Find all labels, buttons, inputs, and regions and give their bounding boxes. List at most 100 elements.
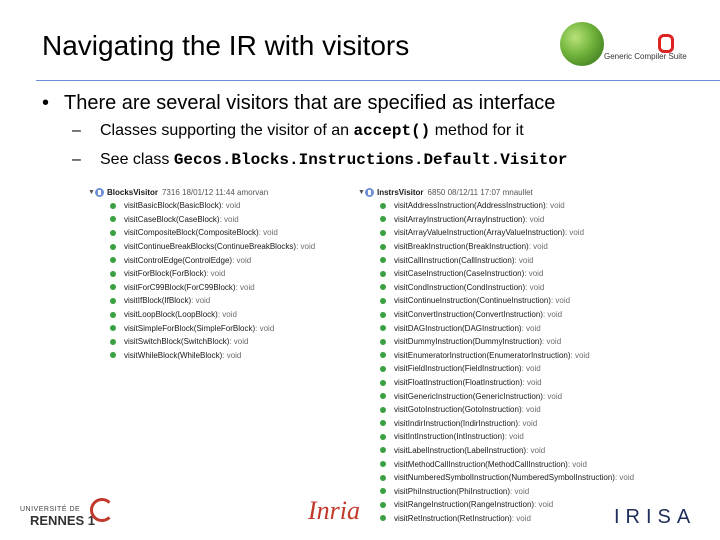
sub1-code: accept() <box>353 122 431 140</box>
method-name: visitFieldInstruction(FieldInstruction) <box>394 364 522 374</box>
method-return-type: : void <box>518 418 538 428</box>
public-method-icon <box>110 338 116 345</box>
method-return-type: : void <box>296 242 316 252</box>
method-row[interactable]: visitContinueInstruction(ContinueInstruc… <box>358 294 658 308</box>
rennes-top-text: UNIVERSITÉ DE <box>20 506 81 513</box>
public-method-icon <box>380 257 386 264</box>
method-name: visitIntInstruction(IntInstruction) <box>394 432 505 442</box>
method-return-type: : void <box>511 513 531 523</box>
method-name: visitGenericInstruction(GenericInstructi… <box>394 391 543 401</box>
class-name: InstrsVisitor <box>377 188 424 197</box>
method-name: visitWhileBlock(WhileBlock) <box>124 350 223 360</box>
method-return-type: : void <box>545 201 565 211</box>
method-return-type: : void <box>550 296 571 306</box>
method-return-type: : void <box>255 323 275 333</box>
method-name: visitSwitchBlock(SwitchBlock) <box>124 337 230 347</box>
method-name: visitControlEdge(ControlEdge) <box>124 255 233 265</box>
method-row[interactable]: visitControlEdge(ControlEdge) : void <box>88 253 338 267</box>
method-return-type: : void <box>232 255 252 265</box>
class-name: BlocksVisitor <box>107 188 158 197</box>
title-divider <box>36 80 720 81</box>
method-row[interactable]: visitLoopBlock(LoopBlock) : void <box>88 308 338 322</box>
method-return-type: : void <box>235 282 255 292</box>
method-row[interactable]: visitRetInstruction(RetInstruction) : vo… <box>358 512 658 526</box>
sub1-pre: Classes supporting the visitor of an <box>100 122 354 139</box>
collapse-arrow-icon[interactable]: ▼ <box>88 189 95 196</box>
sub1-post: method for it <box>430 122 524 139</box>
method-return-type: : void <box>528 242 548 252</box>
tree-class-row[interactable]: ▼ BlocksVisitor 7316 18/01/12 11:44 amor… <box>88 186 338 199</box>
method-return-type: : void <box>567 459 587 469</box>
method-return-type: : void <box>534 500 554 510</box>
instrs-visitor-tree: ▼ InstrsVisitor 6850 08/12/11 17:07 mnau… <box>358 186 658 525</box>
method-row[interactable]: visitConvertInstruction(ConvertInstructi… <box>358 308 658 322</box>
public-method-icon <box>110 352 116 359</box>
method-row[interactable]: visitCallInstruction(CallInstruction) : … <box>358 253 658 267</box>
method-row[interactable]: visitNumberedSymbolInstruction(NumberedS… <box>358 471 658 485</box>
public-method-icon <box>380 420 386 427</box>
public-method-icon <box>380 325 386 332</box>
method-row[interactable]: visitDAGInstruction(DAGInstruction) : vo… <box>358 321 658 335</box>
method-row[interactable]: visitFieldInstruction(FieldInstruction) … <box>358 362 658 376</box>
method-return-type: : void <box>526 445 546 455</box>
method-name: visitLabelInstruction(LabelInstruction) <box>394 445 527 455</box>
method-return-type: : void <box>542 310 563 320</box>
method-row[interactable]: visitSimpleForBlock(SimpleForBlock) : vo… <box>88 321 338 335</box>
method-row[interactable]: visitRangeInstruction(RangeInstruction) … <box>358 498 658 512</box>
method-name: visitCompositeBlock(CompositeBlock) <box>124 228 259 238</box>
public-method-icon <box>380 243 386 250</box>
method-name: visitDAGInstruction(DAGInstruction) <box>394 323 522 333</box>
method-row[interactable]: visitCondInstruction(CondInstruction) : … <box>358 281 658 295</box>
method-row[interactable]: visitContinueBreakBlocks(ContinueBreakBl… <box>88 240 338 254</box>
method-row[interactable]: visitIntInstruction(IntInstruction) : vo… <box>358 430 658 444</box>
method-row[interactable]: visitIndirInstruction(IndirInstruction) … <box>358 417 658 431</box>
method-return-type: : void <box>219 214 239 224</box>
method-name: visitAddressInstruction(AddressInstructi… <box>394 201 546 211</box>
method-row[interactable]: visitWhileBlock(WhileBlock) : void <box>88 349 338 363</box>
method-row[interactable]: visitCompositeBlock(CompositeBlock) : vo… <box>88 226 338 240</box>
slide-title: Navigating the IR with visitors <box>42 30 410 61</box>
method-name: visitArrayInstruction(ArrayInstruction) <box>394 214 526 224</box>
method-return-type: : void <box>614 473 635 483</box>
method-row[interactable]: visitGenericInstruction(GenericInstructi… <box>358 389 658 403</box>
gecos-caption: Generic Compiler Suite <box>604 52 687 61</box>
method-return-type: : void <box>221 201 241 211</box>
method-row[interactable]: visitBasicBlock(BasicBlock) : void <box>88 199 338 213</box>
method-name: visitNumberedSymbolInstruction(NumberedS… <box>394 473 615 483</box>
method-row[interactable]: visitArrayValueInstruction(ArrayValueIns… <box>358 226 658 240</box>
public-method-icon <box>380 461 386 468</box>
class-meta: 6850 08/12/11 17:07 mnaullet <box>427 188 533 197</box>
sub-dash: – <box>72 122 81 139</box>
method-row[interactable]: visitSwitchBlock(SwitchBlock) : void <box>88 335 338 349</box>
main-bullet: • There are several visitors that are spe… <box>42 92 555 115</box>
method-row[interactable]: visitCaseBlock(CaseBlock) : void <box>88 213 338 227</box>
method-return-type: : void <box>229 337 249 347</box>
method-name: visitCondInstruction(CondInstruction) <box>394 282 526 292</box>
method-row[interactable]: visitBreakInstruction(BreakInstruction) … <box>358 240 658 254</box>
interface-icon <box>95 188 104 197</box>
tree-class-row[interactable]: ▼ InstrsVisitor 6850 08/12/11 17:07 mnau… <box>358 186 658 199</box>
method-row[interactable]: visitGotoInstruction(GotoInstruction) : … <box>358 403 658 417</box>
method-name: visitContinueBreakBlocks(ContinueBreakBl… <box>124 242 297 252</box>
method-name: visitGotoInstruction(GotoInstruction) <box>394 405 522 415</box>
public-method-icon <box>380 379 386 386</box>
method-row[interactable]: visitPhiInstruction(PhiInstruction) : vo… <box>358 484 658 498</box>
method-row[interactable]: visitForBlock(ForBlock) : void <box>88 267 338 281</box>
method-row[interactable]: visitAddressInstruction(AddressInstructi… <box>358 199 658 213</box>
method-row[interactable]: visitForC99Block(ForC99Block) : void <box>88 281 338 295</box>
method-row[interactable]: visitIfBlock(IfBlock) : void <box>88 294 338 308</box>
method-row[interactable]: visitFloatInstruction(FloatInstruction) … <box>358 376 658 390</box>
method-row[interactable]: visitCaseInstruction(CaseInstruction) : … <box>358 267 658 281</box>
method-row[interactable]: visitArrayInstruction(ArrayInstruction) … <box>358 213 658 227</box>
method-return-type: : void <box>206 269 226 279</box>
public-method-icon <box>380 406 386 413</box>
inria-logo: Inria <box>308 496 360 525</box>
method-row[interactable]: visitMethodCallInstruction(MethodCallIns… <box>358 457 658 471</box>
method-row[interactable]: visitEnumeratorInstruction(EnumeratorIns… <box>358 349 658 363</box>
public-method-icon <box>380 515 386 522</box>
collapse-arrow-icon[interactable]: ▼ <box>358 189 365 196</box>
method-row[interactable]: visitDummyInstruction(DummyInstruction) … <box>358 335 658 349</box>
method-return-type: : void <box>525 214 545 224</box>
method-row[interactable]: visitLabelInstruction(LabelInstruction) … <box>358 444 658 458</box>
method-name: visitArrayValueInstruction(ArrayValueIns… <box>394 228 565 238</box>
